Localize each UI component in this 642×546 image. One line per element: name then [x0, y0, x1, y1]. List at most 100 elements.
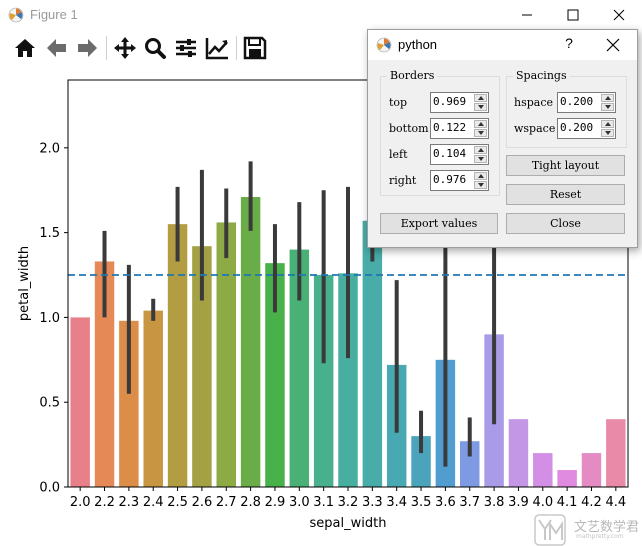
pan-move-icon	[114, 37, 136, 59]
subplots-button[interactable]	[173, 35, 199, 61]
x-tick-label: 3.3	[362, 495, 383, 510]
window-title: Figure 1	[30, 7, 78, 22]
back-button[interactable]	[44, 35, 70, 61]
dialog-titlebar: python ?	[368, 30, 637, 60]
wspace-input[interactable]	[560, 120, 598, 135]
x-tick-label: 2.8	[240, 495, 261, 510]
forward-button[interactable]	[74, 35, 100, 61]
right-input[interactable]	[433, 172, 471, 187]
toolbar-separator	[236, 36, 237, 60]
watermark-subtext: mathpretty.com	[576, 533, 624, 540]
edit-axes-icon	[205, 38, 228, 60]
spin-up-arrow-icon[interactable]	[601, 94, 614, 102]
help-button[interactable]: ?	[561, 35, 577, 51]
x-tick-label: 3.1	[313, 495, 334, 510]
x-tick-label: 3.6	[435, 495, 456, 510]
borders-group-title: Borders	[387, 69, 438, 82]
spin-down-arrow-icon[interactable]	[474, 155, 487, 163]
bar	[606, 419, 626, 487]
tight-layout-button[interactable]: Tight layout	[506, 155, 625, 176]
zoom-button[interactable]	[142, 35, 168, 61]
bar	[533, 453, 553, 487]
back-arrow-icon	[47, 39, 66, 57]
top-spinbox[interactable]	[430, 92, 489, 113]
wspace-spinbox[interactable]	[557, 118, 616, 139]
spin-up-arrow-icon[interactable]	[474, 120, 487, 128]
bar	[70, 317, 90, 487]
home-icon	[15, 39, 35, 57]
x-tick-label: 2.4	[143, 495, 164, 510]
x-tick-label: 2.6	[192, 495, 213, 510]
y-tick-label: 1.5	[39, 226, 60, 241]
x-tick-label: 2.0	[70, 495, 91, 510]
x-tick-label: 4.1	[557, 495, 578, 510]
save-button[interactable]	[242, 35, 268, 61]
left-spinbox[interactable]	[430, 144, 489, 165]
hspace-input[interactable]	[560, 94, 598, 109]
export-values-button[interactable]: Export values	[380, 213, 498, 234]
right-spinbox[interactable]	[430, 170, 489, 191]
hspace-spinbox[interactable]	[557, 92, 616, 113]
matplotlib-app-icon	[8, 7, 24, 23]
toolbar-separator	[106, 36, 107, 60]
spin-down-arrow-icon[interactable]	[474, 103, 487, 111]
x-tick-label: 2.3	[119, 495, 140, 510]
close-icon[interactable]	[604, 36, 622, 54]
bar	[167, 224, 188, 488]
x-tick-label: 3.9	[508, 495, 529, 510]
bar	[240, 197, 261, 487]
maximize-button[interactable]	[550, 0, 596, 30]
close-window-button[interactable]	[596, 0, 642, 30]
spin-up-arrow-icon[interactable]	[601, 120, 614, 128]
spin-up-arrow-icon[interactable]	[474, 94, 487, 102]
bottom-spinbox[interactable]	[430, 118, 489, 139]
y-axis-label: petal_width	[17, 246, 32, 321]
y-tick-label: 1.0	[39, 311, 60, 326]
hspace-label: hspace	[514, 96, 553, 109]
zoom-magnifier-icon	[145, 38, 166, 59]
spin-down-arrow-icon[interactable]	[601, 129, 614, 137]
spin-down-arrow-icon[interactable]	[474, 129, 487, 137]
bottom-input[interactable]	[433, 120, 471, 135]
bottom-label: bottom	[389, 122, 429, 135]
spin-up-arrow-icon[interactable]	[474, 172, 487, 180]
x-tick-label: 3.8	[484, 495, 505, 510]
x-axis-label: sepal_width	[310, 516, 387, 531]
watermark: 文艺数学君 mathpretty.com	[534, 514, 642, 546]
home-button[interactable]	[12, 35, 38, 61]
left-label: left	[389, 148, 408, 161]
x-tick-label: 2.7	[216, 495, 237, 510]
left-input[interactable]	[433, 146, 471, 161]
x-tick-label: 4.4	[605, 495, 626, 510]
reset-button[interactable]: Reset	[506, 184, 625, 205]
maximize-icon	[567, 9, 579, 21]
forward-arrow-icon	[78, 39, 97, 57]
window-titlebar: Figure 1	[0, 0, 642, 30]
y-tick-label: 2.0	[39, 141, 60, 156]
y-tick-label: 0.5	[39, 396, 60, 411]
matplotlib-app-icon	[376, 37, 392, 53]
watermark-logo-icon	[534, 514, 566, 546]
x-tick-label: 4.0	[532, 495, 553, 510]
x-tick-label: 3.4	[386, 495, 407, 510]
close-dialog-button[interactable]: Close	[506, 213, 625, 234]
spin-up-arrow-icon[interactable]	[474, 146, 487, 154]
save-floppy-icon	[243, 36, 267, 60]
edit-axes-button[interactable]	[204, 35, 230, 61]
pan-button[interactable]	[112, 35, 138, 61]
spin-down-arrow-icon[interactable]	[601, 103, 614, 111]
minimize-icon	[522, 14, 532, 16]
wspace-label: wspace	[514, 122, 556, 135]
y-tick-label: 0.0	[39, 481, 60, 496]
x-tick-label: 4.2	[581, 495, 602, 510]
right-label: right	[389, 174, 417, 187]
x-tick-label: 2.5	[167, 495, 188, 510]
bar	[557, 470, 577, 487]
top-input[interactable]	[433, 94, 471, 109]
minimize-button[interactable]	[504, 0, 550, 30]
x-tick-label: 3.0	[289, 495, 310, 510]
spin-down-arrow-icon[interactable]	[474, 181, 487, 189]
x-tick-label: 3.5	[411, 495, 432, 510]
x-tick-label: 3.2	[338, 495, 359, 510]
spacings-group-title: Spacings	[513, 69, 570, 82]
